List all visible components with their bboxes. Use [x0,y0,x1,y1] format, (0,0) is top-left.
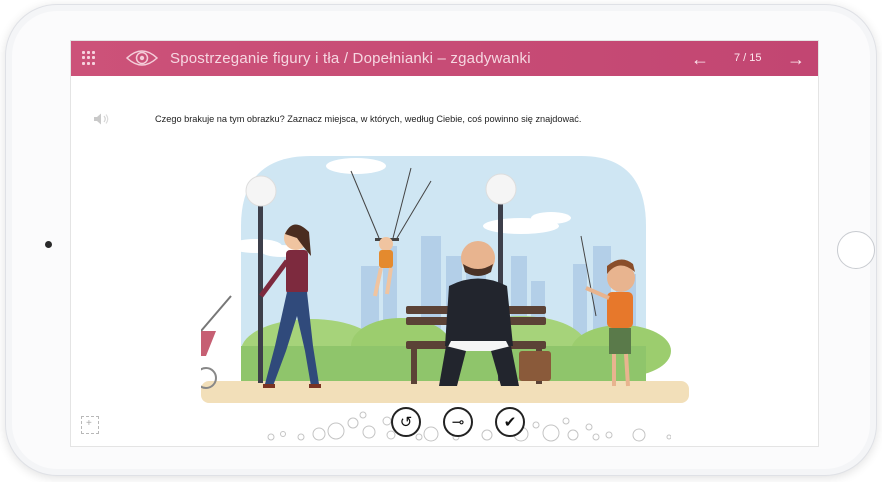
eye-icon [125,50,159,66]
reset-button[interactable]: ↺ [391,407,421,437]
page-title: Spostrzeganie figury i tła / Dopełnianki… [170,50,531,67]
page-counter: 7 / 15 [734,52,762,64]
speaker-icon[interactable] [93,112,111,126]
menu-grid-icon[interactable] [82,51,96,65]
home-button[interactable] [837,231,875,269]
camera [45,241,52,248]
app-screen: Spostrzeganie figury i tła / Dopełnianki… [70,40,819,447]
baby-stroller [201,295,232,389]
check-button[interactable]: ✔ [495,407,525,437]
frame-icon[interactable] [81,416,99,434]
top-bar: Spostrzeganie figury i tła / Dopełnianki… [71,41,818,76]
next-button[interactable]: → [787,49,805,70]
park-scene-illustration[interactable] [201,146,689,406]
hint-key-button[interactable]: ⊸ [443,407,473,437]
prev-button[interactable]: ← [691,49,709,70]
task-instruction: Czego brakuje na tym obrazku? Zaznacz mi… [155,114,582,124]
